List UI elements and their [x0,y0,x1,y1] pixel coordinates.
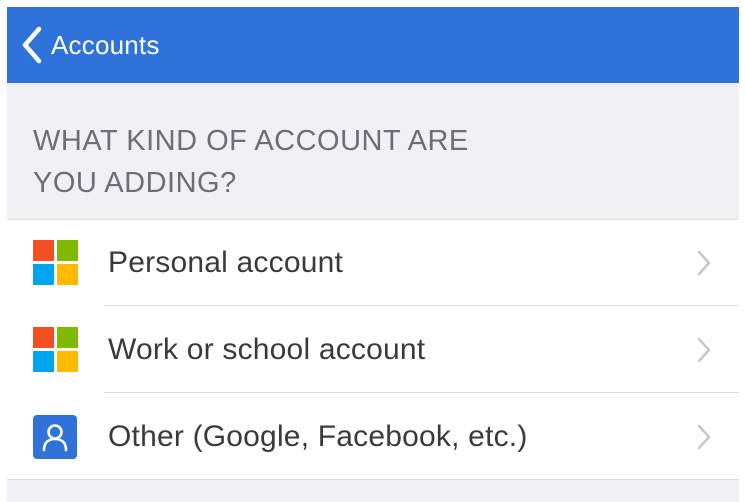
chevron-right-icon [697,250,711,275]
microsoft-logo-icon [31,239,79,287]
option-label: Other (Google, Facebook, etc.) [108,419,528,453]
chevron-right-icon [697,337,711,362]
chevron-right-icon [697,424,711,449]
option-other-account[interactable]: Other (Google, Facebook, etc.) [7,393,739,480]
microsoft-logo-icon [31,326,79,374]
option-work-or-school-account[interactable]: Work or school account [7,306,739,393]
back-label: Accounts [51,29,160,60]
person-icon [31,413,79,461]
option-label: Work or school account [108,332,426,366]
section-header-line-1: WHAT KIND OF ACCOUNT ARE [33,125,469,157]
option-label: Personal account [108,245,344,279]
list-footer [7,480,739,502]
option-personal-account[interactable]: Personal account [7,219,739,306]
section-header: WHAT KIND OF ACCOUNT ARE YOU ADDING? [7,83,739,219]
account-type-list: Personal account Work or school account [7,219,739,480]
section-header-line-2: YOU ADDING? [33,167,237,199]
screen: Accounts WHAT KIND OF ACCOUNT ARE YOU AD… [0,0,745,502]
back-button[interactable]: Accounts [7,7,739,83]
chevron-left-icon [22,26,42,64]
